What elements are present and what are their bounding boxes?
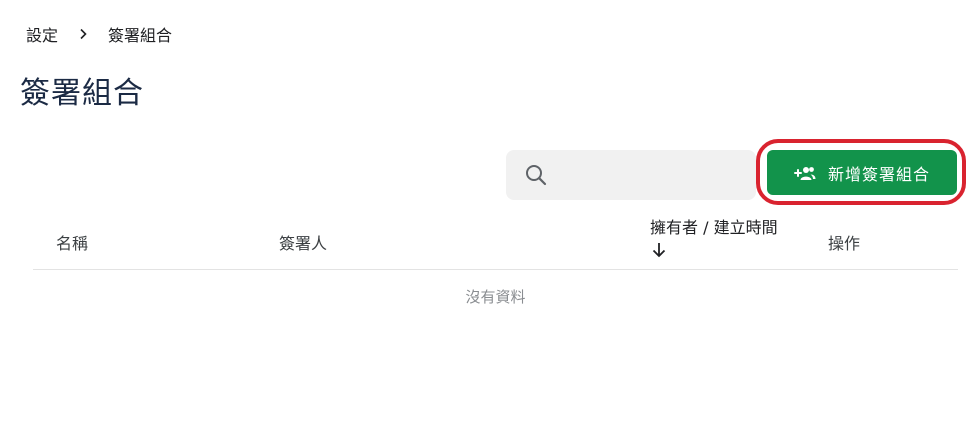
page-title: 簽署組合 xyxy=(20,76,144,111)
column-header-owner-created[interactable]: 擁有者 / 建立時間 xyxy=(650,216,790,265)
column-header-owner-created-label: 擁有者 / 建立時間 xyxy=(650,218,778,237)
arrow-down-icon xyxy=(652,241,666,265)
add-group-icon xyxy=(793,162,816,184)
page: 設定 簽署組合 簽署組合 新增簽署組合 名稱 簽署人 擁有者 / 建立時間 操作… xyxy=(0,0,980,448)
search-icon xyxy=(525,163,547,187)
breadcrumb-current: 簽署組合 xyxy=(108,26,173,45)
add-signing-group-label: 新增簽署組合 xyxy=(827,164,930,184)
table-header: 名稱 簽署人 擁有者 / 建立時間 操作 xyxy=(33,210,958,270)
empty-state-text: 沒有資料 xyxy=(465,288,526,306)
column-header-name[interactable]: 名稱 xyxy=(56,230,88,254)
search-input[interactable] xyxy=(555,165,753,185)
column-header-signers[interactable]: 簽署人 xyxy=(279,230,327,254)
chevron-right-icon xyxy=(78,28,88,40)
column-header-actions: 操作 xyxy=(828,234,861,253)
search-box[interactable] xyxy=(506,150,756,200)
add-signing-group-button[interactable]: 新增簽署組合 xyxy=(767,150,957,195)
breadcrumb-settings-link[interactable]: 設定 xyxy=(26,22,58,46)
breadcrumb: 設定 簽署組合 xyxy=(26,22,172,46)
